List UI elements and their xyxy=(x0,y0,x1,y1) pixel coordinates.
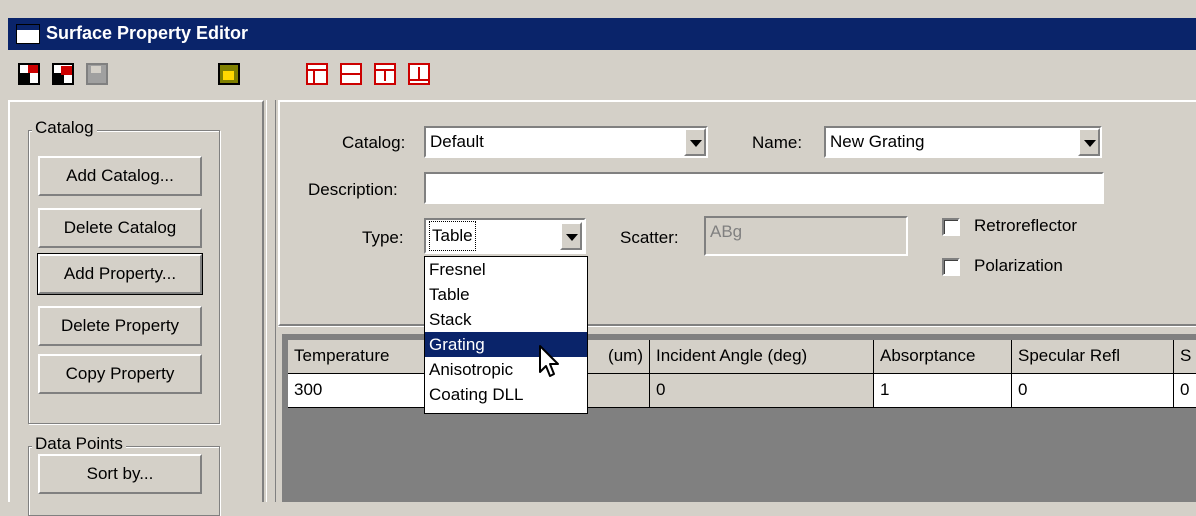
type-select-value: Table xyxy=(429,221,476,251)
type-option[interactable]: Anisotropic xyxy=(425,357,587,382)
scatter-field: ABg xyxy=(704,216,908,256)
vertical-splitter[interactable] xyxy=(266,100,276,502)
delete-catalog-button[interactable]: Delete Catalog xyxy=(38,208,202,248)
type-option[interactable]: Table xyxy=(425,282,587,307)
type-dropdown-button[interactable] xyxy=(560,222,582,250)
left-panel: Catalog Add Catalog... Delete Catalog Ad… xyxy=(8,100,264,516)
layout-1-icon[interactable] xyxy=(306,63,328,85)
unlock-icon[interactable] xyxy=(218,63,240,85)
toolbar xyxy=(8,52,1196,96)
retroreflector-checkbox[interactable] xyxy=(942,218,960,236)
polarization-checkbox[interactable] xyxy=(942,258,960,276)
name-label: Name: xyxy=(752,133,803,152)
type-select[interactable]: Table xyxy=(424,218,586,254)
add-property-button[interactable]: Add Property... xyxy=(37,253,203,295)
sort-by-button[interactable]: Sort by... xyxy=(38,454,202,494)
copy-property-button[interactable]: Copy Property xyxy=(38,354,202,394)
type-label: Type: xyxy=(362,228,404,247)
add-catalog-button[interactable]: Add Catalog... xyxy=(38,156,202,196)
chevron-down-icon xyxy=(690,140,702,147)
table-cell[interactable]: 0 xyxy=(1174,374,1196,408)
column-header[interactable]: S xyxy=(1174,340,1196,374)
table-cell[interactable]: 1 xyxy=(874,374,1012,408)
delete-icon[interactable] xyxy=(52,63,74,85)
scatter-label: Scatter: xyxy=(620,228,679,247)
window-title: Surface Property Editor xyxy=(46,23,249,43)
type-option[interactable]: Coating DLL xyxy=(425,382,587,407)
column-header[interactable]: Incident Angle (deg) xyxy=(650,340,874,374)
type-option-highlighted[interactable]: Grating xyxy=(425,332,587,357)
catalog-dropdown-button[interactable] xyxy=(684,128,706,156)
chevron-down-icon xyxy=(566,234,578,241)
table-cell[interactable]: 0 xyxy=(1012,374,1174,408)
retroreflector-label: Retroreflector xyxy=(974,216,1077,235)
type-option[interactable]: Stack xyxy=(425,307,587,332)
column-header[interactable]: Absorptance xyxy=(874,340,1012,374)
delete-property-button[interactable]: Delete Property xyxy=(38,306,202,346)
description-input[interactable] xyxy=(424,172,1104,204)
save-as-icon[interactable] xyxy=(18,63,40,85)
catalog-select-value: Default xyxy=(430,132,484,151)
window-icon xyxy=(16,24,40,44)
name-select-value: New Grating xyxy=(830,132,925,151)
type-dropdown-list: Fresnel Table Stack Grating Anisotropic … xyxy=(424,256,588,414)
title-bar[interactable]: Surface Property Editor xyxy=(8,18,1196,50)
description-label: Description: xyxy=(308,180,398,199)
column-header[interactable]: Specular Refl xyxy=(1012,340,1174,374)
window: Surface Property Editor Catalog Add Cata… xyxy=(0,0,1196,516)
type-option[interactable]: Fresnel xyxy=(425,257,587,282)
data-points-group-label: Data Points xyxy=(32,434,126,454)
mouse-cursor-icon xyxy=(539,345,559,377)
layout-2-icon[interactable] xyxy=(340,63,362,85)
append-row-icon[interactable] xyxy=(408,63,430,85)
table-cell[interactable]: 0 xyxy=(650,374,874,408)
name-dropdown-button[interactable] xyxy=(1078,128,1100,156)
chevron-down-icon xyxy=(1084,140,1096,147)
catalog-group-label: Catalog xyxy=(32,118,97,138)
insert-row-icon[interactable] xyxy=(374,63,396,85)
data-grid[interactable]: Temperature (um) Incident Angle (deg) Ab… xyxy=(282,334,1196,502)
polarization-label: Polarization xyxy=(974,256,1063,275)
disk-icon xyxy=(86,63,108,85)
catalog-select[interactable]: Default xyxy=(424,126,708,158)
catalog-label: Catalog: xyxy=(342,133,406,152)
name-select[interactable]: New Grating xyxy=(824,126,1102,158)
